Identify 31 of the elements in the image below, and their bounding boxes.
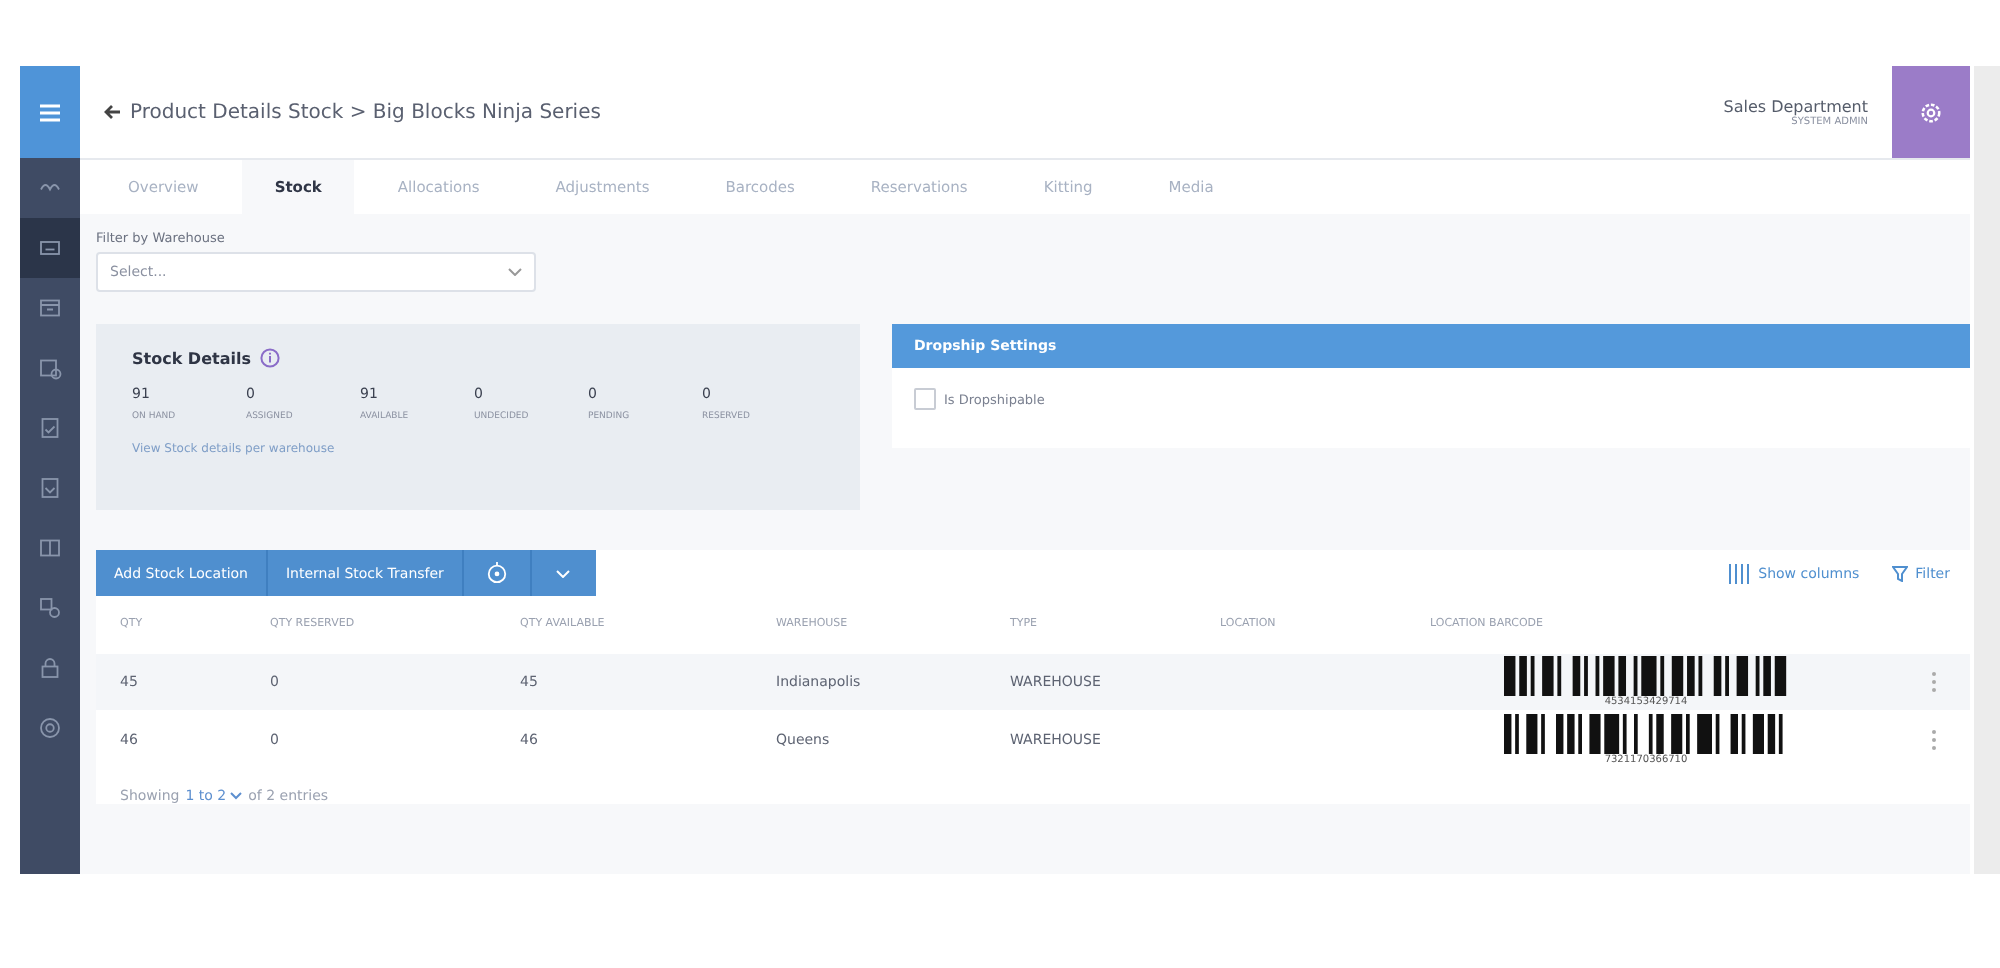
clipboard-clock-icon — [38, 356, 62, 380]
list-down-icon — [38, 476, 62, 500]
breadcrumb: Product Details Stock > Big Blocks Ninja Series — [130, 101, 601, 123]
checklist-icon — [38, 416, 62, 440]
row-menu-button[interactable] — [1930, 727, 1938, 752]
sidebar-item[interactable] — [20, 218, 80, 278]
info-icon[interactable] — [260, 348, 281, 368]
row-menu-button[interactable] — [1930, 670, 1938, 694]
panel-icon — [38, 536, 62, 560]
target-icon — [485, 562, 508, 584]
checkbox[interactable] — [914, 388, 936, 410]
more-icon — [1930, 727, 1938, 752]
lock-icon — [38, 656, 62, 680]
card-title: Stock Details — [132, 349, 251, 367]
settings-button[interactable] — [1892, 66, 1970, 158]
menu-icon — [40, 103, 60, 121]
menu-button[interactable] — [20, 66, 80, 158]
chevron-down-icon — [230, 792, 243, 801]
calendar-icon — [38, 296, 62, 320]
chevron-down-icon — [508, 268, 522, 276]
department-name: Sales Department — [1723, 97, 1868, 115]
target-button[interactable] — [463, 550, 532, 596]
back-arrow-icon[interactable] — [104, 104, 122, 120]
card-icon — [38, 236, 62, 260]
settings-icon — [1920, 101, 1942, 123]
more-icon — [1930, 670, 1938, 694]
columns-icon — [1728, 563, 1751, 583]
shapes-icon — [38, 596, 62, 620]
funnel-icon — [1891, 565, 1908, 581]
chevron-down-icon — [556, 569, 571, 577]
ring-icon — [38, 716, 62, 740]
